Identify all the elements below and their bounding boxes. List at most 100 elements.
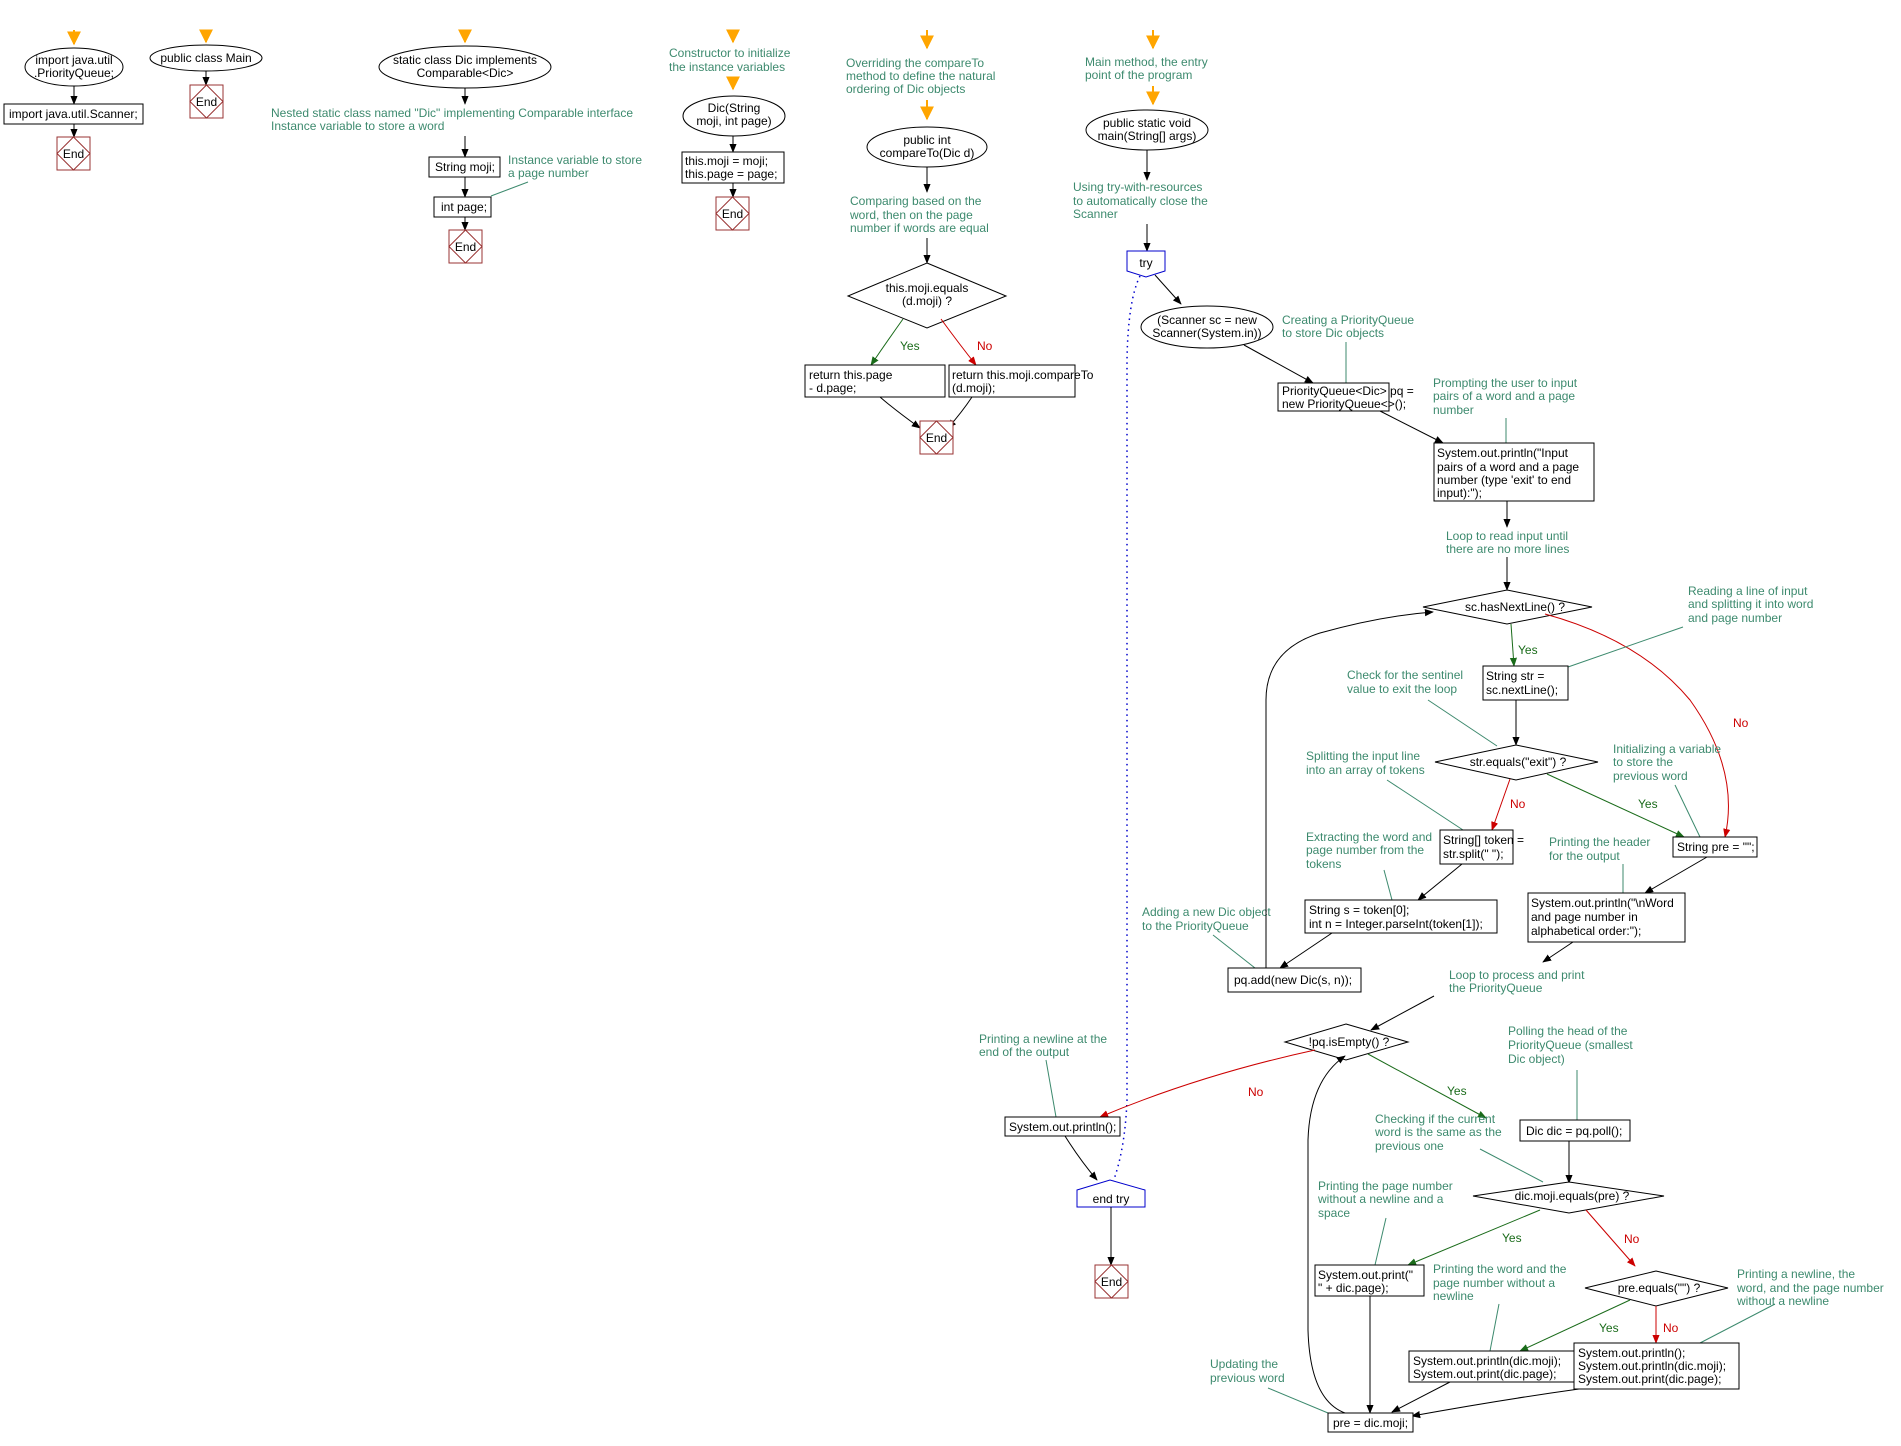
decision-label: sc.hasNextLine() ? — [1465, 600, 1565, 614]
process-label-line2: int n = Integer.parseInt(token[1]); — [1309, 917, 1483, 931]
resource-label-line1: (Scanner sc = new — [1157, 313, 1257, 327]
end-node[interactable]: End — [1094, 1264, 1129, 1299]
comment-connector — [1567, 626, 1684, 668]
process-label-line2: new PriorityQueue<>(); — [1282, 397, 1406, 411]
comment-connector — [1674, 784, 1701, 838]
comment-print-page-line3: space — [1318, 1206, 1350, 1220]
flow-main-method: Main method, the entry point of the prog… — [979, 30, 1884, 1433]
comment-sentinel-line2: value to exit the loop — [1347, 682, 1457, 696]
comment-print-nl-word-line2: word, and the page number — [1736, 1281, 1884, 1295]
edge-no — [1099, 1049, 1316, 1118]
start-label-line2: .PriorityQueue; — [34, 66, 114, 80]
end-node[interactable]: End — [715, 196, 750, 231]
process-label-line1: String str = — [1486, 669, 1544, 683]
comment-override: Overriding the compareTo — [846, 56, 984, 70]
process-label-line3: alphabetical order:"); — [1531, 924, 1641, 938]
start-label: public class Main — [160, 51, 251, 65]
no-label: No — [977, 339, 993, 353]
comment-extract: Extracting the word and — [1306, 830, 1432, 844]
process-label: System.out.println(); — [1009, 1120, 1116, 1134]
comment-process-loop: Loop to process and print — [1449, 968, 1585, 982]
flow-compare-to: Overriding the compareTo method to defin… — [804, 30, 1094, 455]
process-label: pq.add(new Dic(s, n)); — [1234, 973, 1352, 987]
no-label: No — [1510, 797, 1526, 811]
edge — [1064, 1135, 1098, 1181]
comment-same-word-line2: word is the same as the — [1374, 1125, 1502, 1139]
flow-dic-class: static class Dic implements Comparable<D… — [271, 29, 642, 264]
process-label-line1: System.out.println(); — [1578, 1346, 1685, 1360]
comment-instance-word: Instance variable to store a word — [271, 119, 444, 133]
try-scope-link — [1112, 275, 1141, 1183]
end-node[interactable]: End — [56, 136, 91, 171]
end-node[interactable]: End — [448, 229, 483, 264]
comment-connector — [1212, 934, 1256, 969]
process-label-line2: str.split(" "); — [1443, 847, 1504, 861]
comment-loop-read-line2: there are no more lines — [1446, 542, 1569, 556]
comment-same-word-line3: previous one — [1375, 1139, 1444, 1153]
end-label: End — [455, 240, 476, 254]
comment-extract-line3: tokens — [1306, 857, 1341, 871]
process-label: pre = dic.moji; — [1333, 1416, 1408, 1430]
comment-comparing-line2: word, then on the page — [849, 208, 973, 222]
edge — [1243, 344, 1314, 384]
comment-update-pre-line2: previous word — [1210, 1371, 1285, 1385]
comment-print-page: Printing the page number — [1318, 1179, 1453, 1193]
comment-create-pq-line2: to store Dic objects — [1282, 326, 1384, 340]
flow-imports: import java.util .PriorityQueue; import … — [3, 30, 144, 171]
process-label-line1: this.moji = moji; — [685, 154, 768, 168]
end-node[interactable]: End — [189, 84, 224, 119]
start-label-line1: public int — [903, 133, 951, 147]
comment-read-line-line2: and splitting it into word — [1688, 597, 1813, 611]
edge — [1391, 1381, 1451, 1413]
start-label-line2: compareTo(Dic d) — [880, 146, 975, 160]
process-label: Dic dic = pq.poll(); — [1526, 1124, 1622, 1138]
yes-label: Yes — [900, 339, 920, 353]
resource-label-line2: Scanner(System.in)) — [1152, 326, 1261, 340]
start-label-line1: public static void — [1103, 116, 1191, 130]
end-node[interactable]: End — [919, 420, 954, 455]
process-label: String moji; — [435, 160, 495, 174]
comment-header-line2: for the output — [1549, 849, 1620, 863]
end-label: End — [926, 431, 947, 445]
comment-main-entry: Main method, the entry — [1085, 55, 1208, 69]
process-label-line2: - d.page; — [809, 381, 856, 395]
yes-label: Yes — [1638, 797, 1658, 811]
comment-override-line3: ordering of Dic objects — [846, 82, 965, 96]
edge — [879, 396, 921, 429]
edge — [1279, 932, 1333, 969]
process-label-line1: System.out.println("Input — [1437, 446, 1569, 460]
comment-connector — [1374, 1217, 1387, 1266]
process-label-line1: String s = token[0]; — [1309, 903, 1409, 917]
edge — [1154, 274, 1182, 305]
comment-connector — [1386, 779, 1464, 831]
comment-print-word-line2: page number without a — [1433, 1276, 1555, 1290]
comment-connector — [1479, 1148, 1544, 1183]
process-label-line2: System.out.print(dic.page); — [1413, 1367, 1556, 1381]
comment-try-resources: Using try-with-resources — [1073, 180, 1202, 194]
edge-yes — [870, 318, 904, 366]
no-label: No — [1248, 1085, 1264, 1099]
flow-main-class: public class Main End — [149, 29, 263, 119]
start-label-line1: import java.util — [35, 53, 112, 67]
no-label: No — [1663, 1321, 1679, 1335]
edge-loop-back — [1307, 1055, 1346, 1414]
try-label: try — [1139, 256, 1152, 270]
comment-same-word: Checking if the current — [1375, 1112, 1496, 1126]
process-label-line2: this.page = page; — [685, 167, 777, 181]
yes-label: Yes — [1447, 1084, 1467, 1098]
process-label: import java.util.Scanner; — [9, 107, 138, 121]
comment-process-loop-line2: the PriorityQueue — [1449, 981, 1543, 995]
process-label-line2: (d.moji); — [952, 381, 995, 395]
start-label-line1: Dic(String — [708, 101, 761, 115]
edge-yes — [1367, 1053, 1487, 1119]
end-try-label: end try — [1093, 1192, 1130, 1206]
edge — [1542, 941, 1574, 963]
comment-connector — [490, 181, 529, 197]
comment-comparing: Comparing based on the — [850, 194, 982, 208]
decision-label: str.equals("exit") ? — [1470, 755, 1567, 769]
edge-yes — [1546, 773, 1685, 838]
comment-sentinel: Check for the sentinel — [1347, 668, 1463, 682]
no-label: No — [1733, 716, 1749, 730]
comment-extract-line2: page number from the — [1306, 843, 1424, 857]
end-label: End — [722, 207, 743, 221]
